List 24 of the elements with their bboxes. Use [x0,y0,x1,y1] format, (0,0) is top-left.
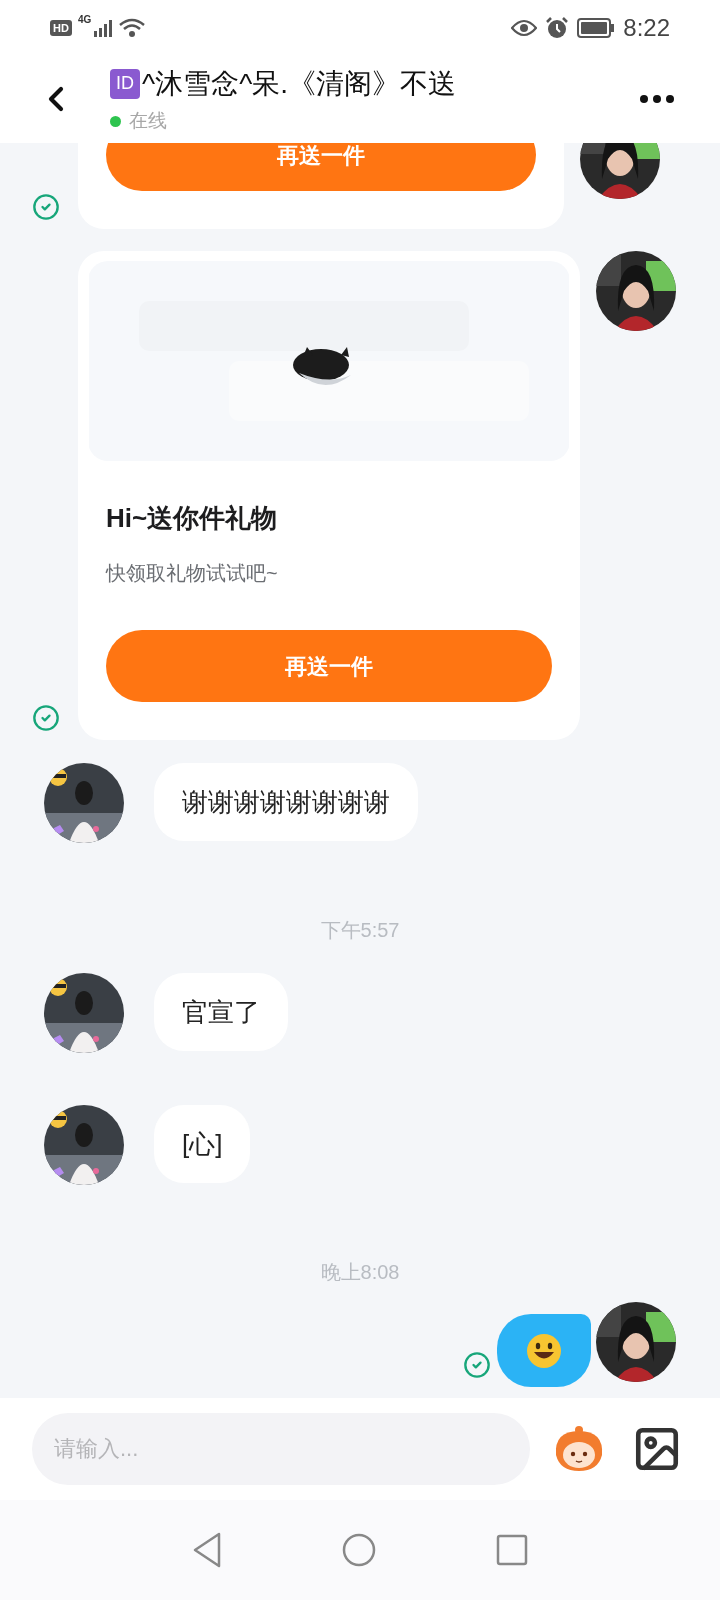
send-again-button[interactable]: 再送一件 [106,630,552,702]
message-bubble: [心] [154,1105,251,1183]
send-again-button[interactable]: 再送一件 [106,143,536,191]
alarm-icon [545,15,570,40]
id-badge: ID [110,68,140,99]
back-nav-icon[interactable] [192,1532,222,1568]
eye-icon [511,18,538,37]
hd-badge: HD [50,19,72,36]
message-bubble: 官宣了 [154,973,288,1051]
message-input[interactable]: 请输入... [32,1413,530,1485]
card-title: Hi~送你件礼物 [106,502,279,535]
timestamp: 晚上8:08 [320,1260,400,1285]
network-label: 4G [77,13,92,27]
clock: 8:22 [623,12,670,43]
battery-icon [577,17,616,38]
wifi-icon [119,17,146,38]
smiley-icon [526,1332,562,1369]
message-bubble: 谢谢谢谢谢谢谢谢 [154,763,418,841]
home-nav-icon[interactable] [342,1533,376,1567]
recents-nav-icon[interactable] [496,1534,528,1566]
card-subtitle: 快领取礼物试试吧~ [106,561,279,586]
timestamp: 下午5:57 [320,918,400,943]
contact-name: ^沐雪念^呆.《清阁》不送 [142,66,457,101]
online-status: 在线 [129,108,167,133]
